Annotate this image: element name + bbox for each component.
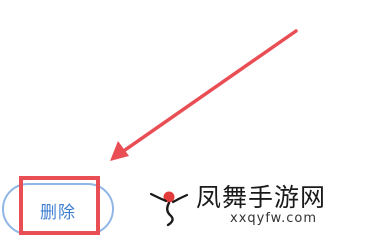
- highlight-box: [19, 176, 100, 235]
- watermark-site-name: 凤舞手游网: [196, 183, 327, 212]
- watermark-domain: xxqyfw.com: [230, 211, 318, 226]
- screenshot-canvas: 删除 凤舞手游网 xxqyfw.com: [0, 0, 381, 243]
- phoenix-logo-icon: [149, 191, 189, 227]
